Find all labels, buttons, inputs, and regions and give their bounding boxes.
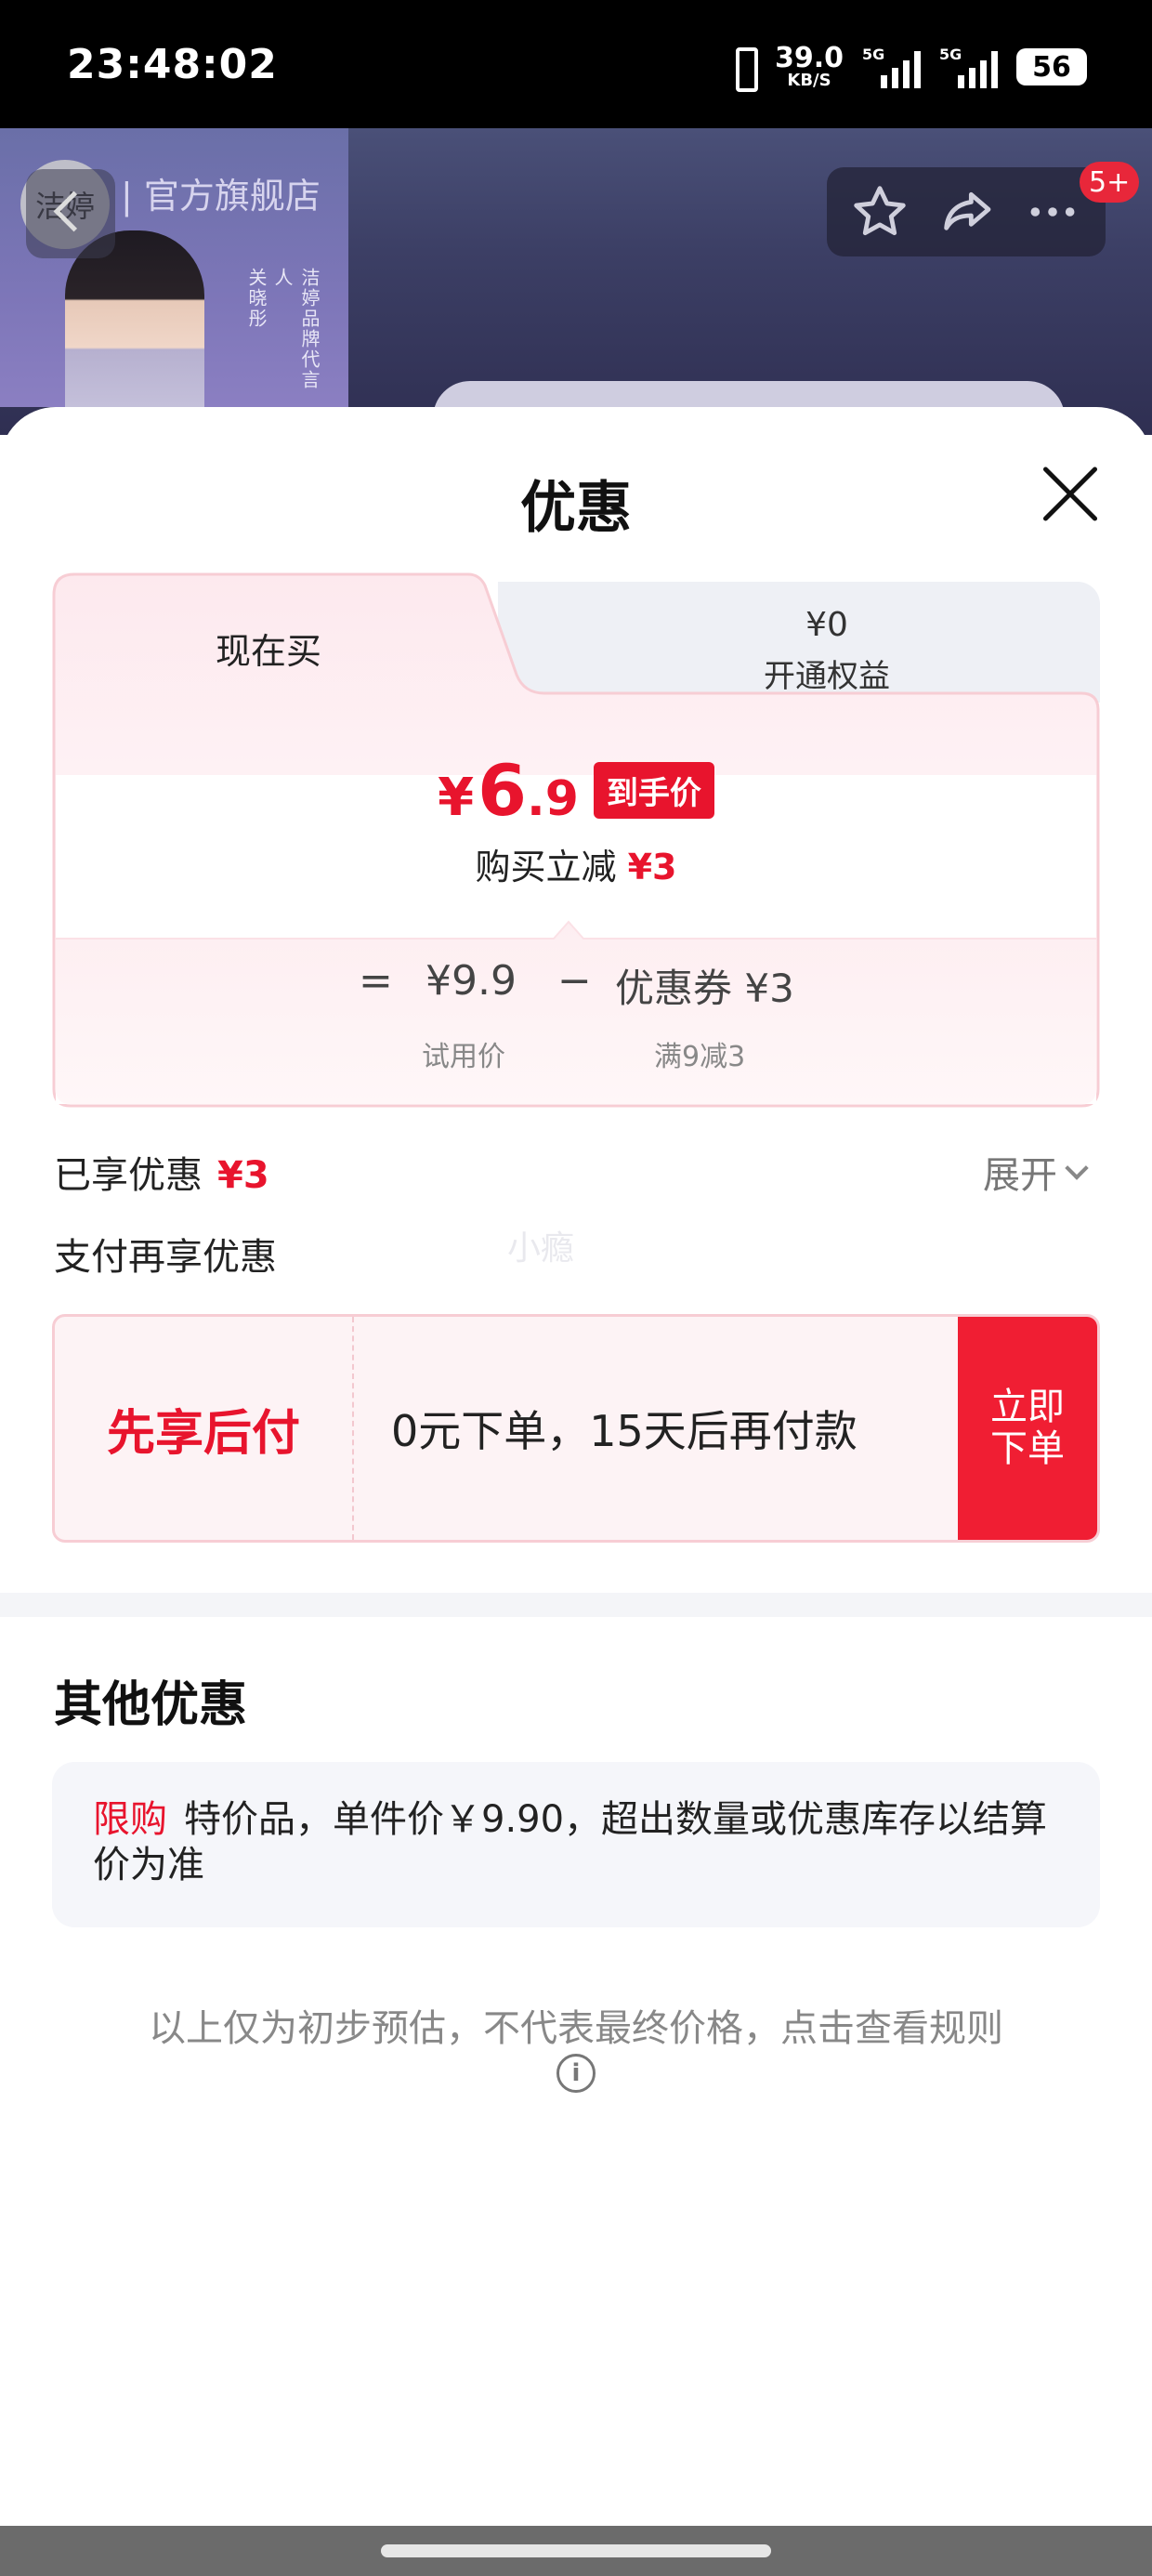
- reduction-label: 购买立减: [475, 847, 617, 887]
- section-divider: [0, 1593, 1152, 1617]
- price-disclaimer[interactable]: 以上仅为初步预估，不代表最终价格，点击查看规则: [0, 1998, 1152, 2052]
- pay-more-discount-label: 支付再享优惠: [54, 1236, 277, 1279]
- spokesperson-image: [65, 230, 204, 426]
- final-price: ¥ 6 .9: [438, 749, 579, 832]
- final-price-decimal: .9: [526, 771, 579, 827]
- discount-sheet: 优惠 ¥0 开通权益 现在买 ¥ 6 .9 到手价 购买立减 ¥3 = ¥9.9…: [0, 407, 1152, 2576]
- status-bar: 23:48:02 39.0 KB/S 5G 5G 56: [0, 0, 1152, 128]
- purchase-reduction: 购买立减 ¥3: [52, 838, 1100, 889]
- sim2-label: 5G: [939, 46, 962, 63]
- formula-coupon: 优惠券 ¥3: [615, 966, 794, 1011]
- watermark: 小瘾: [507, 1229, 575, 1268]
- expand-button[interactable]: 展开: [983, 1145, 1089, 1199]
- limit-text: 特价品，单件价￥9.90，超出数量或优惠库存以结算价为准: [93, 1798, 1048, 1886]
- more-icon[interactable]: [1023, 182, 1082, 242]
- limit-tag: 限购: [93, 1798, 167, 1841]
- price-formula: = ¥9.9 − 优惠券 ¥3: [52, 957, 1100, 1013]
- expand-label: 展开: [983, 1154, 1057, 1197]
- battery-icon: 56: [1016, 48, 1087, 85]
- share-icon[interactable]: [936, 182, 996, 242]
- status-icons: 39.0 KB/S 5G 5G 56: [728, 41, 1087, 93]
- vibrate-icon: [728, 46, 758, 92]
- price-formula-labels: 试用价 满9减3: [52, 1033, 1100, 1073]
- signal-icon-sim1: 5G: [862, 46, 921, 88]
- final-price-tag: 到手价: [593, 762, 714, 819]
- enjoyed-label: 已享优惠: [54, 1154, 203, 1197]
- notification-badge: 5+: [1080, 162, 1140, 203]
- trial-price-label: 试用价: [422, 1041, 505, 1073]
- buy-now-pay-later-card[interactable]: 先享后付 0元下单，15天后再付款 立即下单: [52, 1314, 1100, 1543]
- bnpl-description: 0元下单，15天后再付款: [391, 1406, 857, 1456]
- star-icon[interactable]: [850, 182, 910, 242]
- net-speed-unit: KB/S: [787, 71, 831, 90]
- net-speed: 39.0 KB/S: [775, 45, 844, 89]
- spokesperson-role: 洁婷品牌代言人: [271, 268, 321, 390]
- net-speed-value: 39.0: [774, 42, 844, 74]
- other-discounts-title: 其他优惠: [54, 1677, 248, 1733]
- coupon-rule: 满9减3: [654, 1041, 746, 1073]
- close-icon[interactable]: [1039, 463, 1102, 526]
- header-actions: [827, 167, 1106, 256]
- sheet-title: 优惠: [520, 476, 632, 541]
- order-now-button[interactable]: 立即下单: [958, 1317, 1097, 1540]
- purchase-limit-notice: 限购 特价品，单件价￥9.90，超出数量或优惠库存以结算价为准: [52, 1762, 1100, 1927]
- enjoyed-amount: ¥3: [217, 1154, 269, 1197]
- spokesperson-name: 关晓彤: [245, 268, 268, 329]
- status-time: 23:48:02: [67, 41, 278, 88]
- final-price-integer: 6: [478, 749, 527, 832]
- final-price-row: ¥ 6 .9 到手价: [52, 749, 1100, 832]
- info-icon[interactable]: i: [556, 2054, 596, 2093]
- gesture-navbar: [0, 2526, 1152, 2576]
- signal-icon-sim2: 5G: [939, 46, 998, 88]
- formula-equals: =: [359, 957, 393, 1005]
- store-header-background: 洁婷品牌代言人 关晓彤 洁婷 | 官方旗舰店 5+: [0, 128, 1152, 435]
- price-card: ¥0 开通权益 现在买 ¥ 6 .9 到手价 购买立减 ¥3 = ¥9.9 − …: [52, 572, 1100, 1108]
- final-price-currency: ¥: [438, 768, 475, 828]
- home-indicator[interactable]: [381, 2544, 771, 2557]
- enjoyed-discount: 已享优惠 ¥3: [54, 1145, 269, 1199]
- sim1-label: 5G: [862, 46, 885, 63]
- bnpl-title: 先享后付: [55, 1317, 354, 1540]
- reduction-amount: ¥3: [627, 847, 677, 887]
- back-button[interactable]: [26, 169, 115, 258]
- store-name[interactable]: | 官方旗舰店: [121, 167, 321, 218]
- formula-trial-price: ¥9.9: [425, 957, 517, 1005]
- formula-minus: −: [557, 957, 592, 1005]
- chevron-down-icon: [1065, 1156, 1089, 1180]
- price-card-body: 现在买 ¥ 6 .9 到手价 购买立减 ¥3 = ¥9.9 − 优惠券 ¥3 试用…: [52, 572, 1100, 1108]
- tab-buy-now[interactable]: 现在买: [52, 623, 485, 674]
